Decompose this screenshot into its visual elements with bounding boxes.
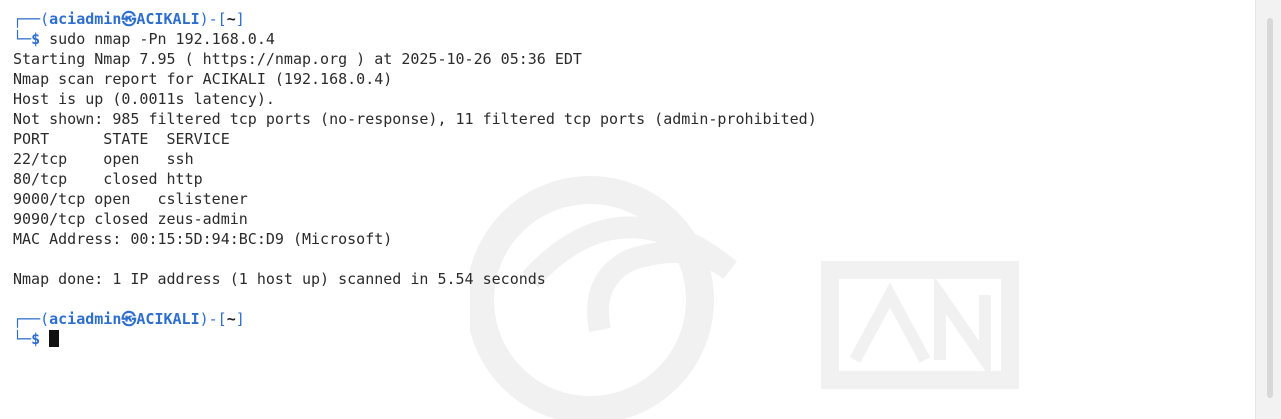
scrollbar[interactable] [1255, 0, 1281, 419]
command-text: sudo nmap -Pn 192.168.0.4 [49, 30, 275, 48]
prompt-dir: ~ [226, 310, 236, 328]
terminal-output: ┌──(aciadmin㉿ACIKALI)-[~] └─$ sudo nmap … [13, 9, 1251, 349]
scrollbar-thumb[interactable] [1267, 18, 1273, 398]
prompt-symbol: $ [31, 30, 41, 48]
output-mac: MAC Address: 00:15:5D:94:BC:D9 (Microsof… [13, 230, 393, 248]
input-line[interactable]: └─$ [13, 329, 1251, 349]
prompt-user: aciadmin [49, 310, 122, 328]
port-table-header: PORT STATE SERVICE [13, 130, 230, 148]
port-row: 80/tcp closed http [13, 170, 203, 188]
prompt-line: ┌──(aciadmin㉿ACIKALI)-[~] [13, 310, 245, 328]
kali-at-icon: ㉿ [121, 10, 137, 28]
prompt-user: aciadmin [49, 10, 122, 28]
text-cursor[interactable] [49, 330, 60, 347]
output-done: Nmap done: 1 IP address (1 host up) scan… [13, 270, 546, 288]
prompt-host: ACIKALI [136, 310, 200, 328]
output-not-shown: Not shown: 985 filtered tcp ports (no-re… [13, 110, 817, 128]
prompt-dir: ~ [226, 10, 236, 28]
kali-at-icon: ㉿ [121, 310, 137, 328]
output-host-up: Host is up (0.0011s latency). [13, 90, 275, 108]
command-line: └─$ sudo nmap -Pn 192.168.0.4 [13, 30, 275, 48]
prompt-line: ┌──(aciadmin㉿ACIKALI)-[~] [13, 10, 245, 28]
terminal-window[interactable]: ┌──(aciadmin㉿ACIKALI)-[~] └─$ sudo nmap … [0, 0, 1281, 419]
output-start: Starting Nmap 7.95 ( https://nmap.org ) … [13, 50, 582, 68]
port-row: 9000/tcp open cslistener [13, 190, 248, 208]
port-row: 22/tcp open ssh [13, 150, 194, 168]
prompt-host: ACIKALI [136, 10, 200, 28]
prompt-symbol: $ [31, 330, 41, 348]
port-row: 9090/tcp closed zeus-admin [13, 210, 248, 228]
output-report: Nmap scan report for ACIKALI (192.168.0.… [13, 70, 393, 88]
